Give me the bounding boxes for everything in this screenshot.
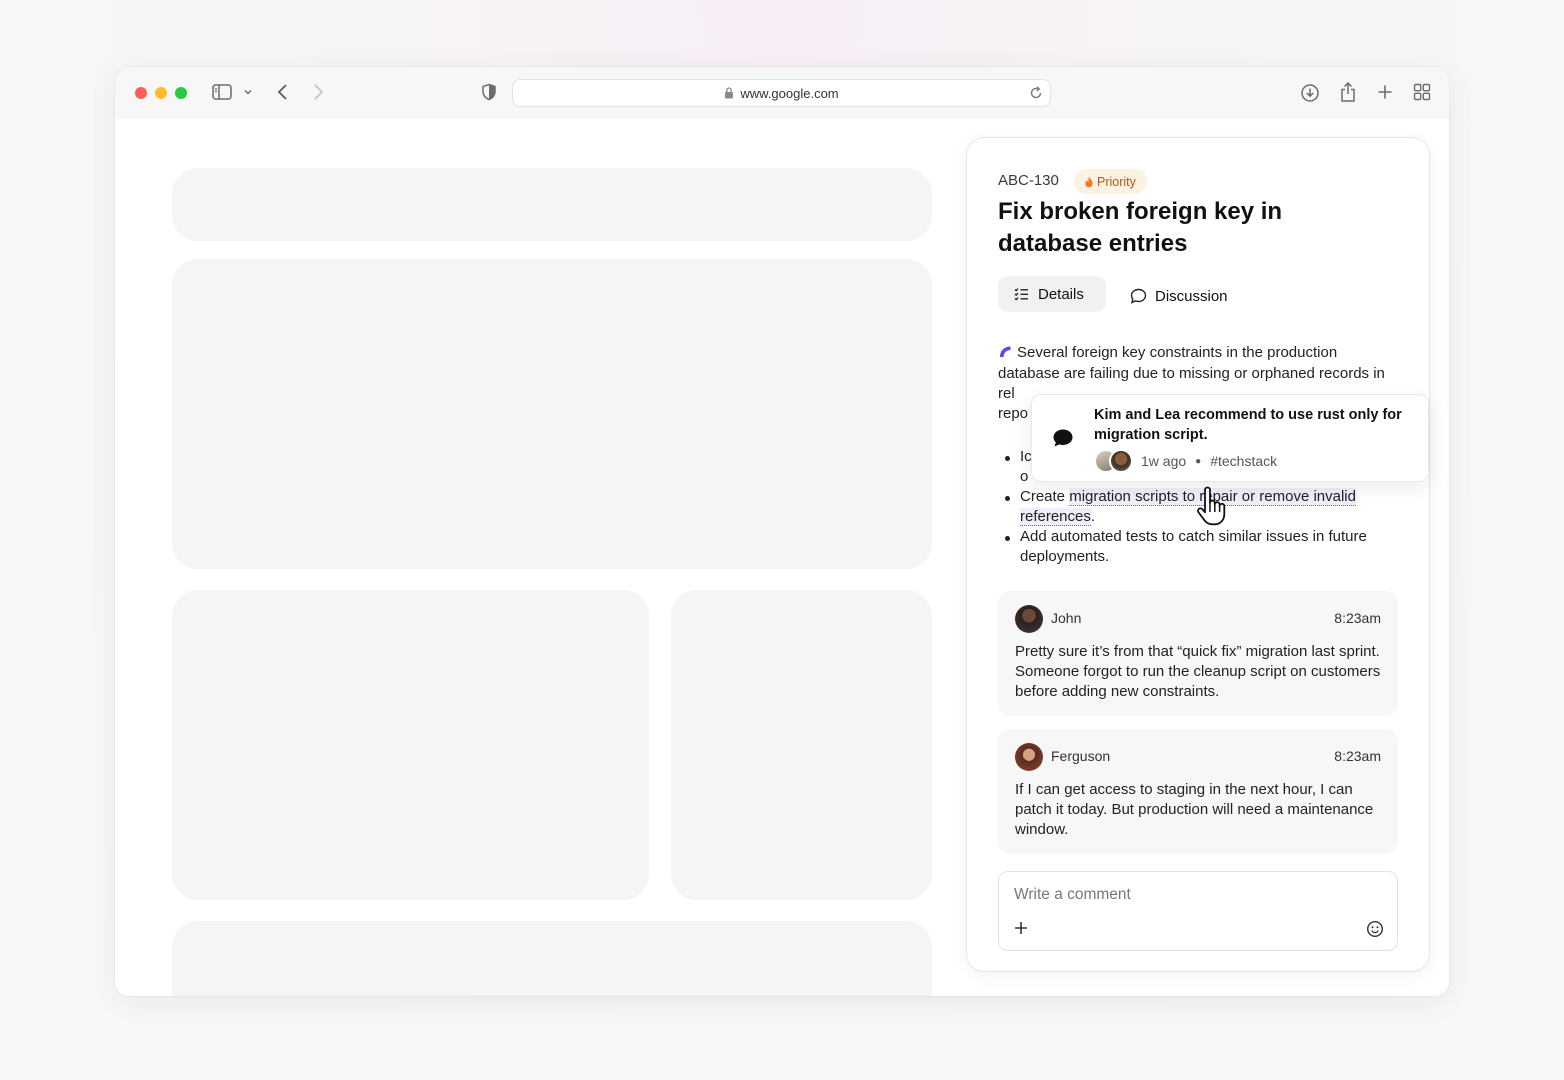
close-window-button[interactable] xyxy=(135,87,147,99)
fire-icon xyxy=(1084,176,1094,188)
popover-time: 1w ago xyxy=(1141,453,1187,469)
placeholder-block xyxy=(172,168,932,241)
comment-time: 8:23am xyxy=(1334,748,1381,764)
address-bar[interactable]: www.google.com xyxy=(512,79,1051,107)
page-content: ABC-130 Priority Fix broken foreign key … xyxy=(115,119,1449,996)
add-attachment-icon[interactable] xyxy=(1013,920,1029,936)
description-line4: repo xyxy=(998,405,1029,422)
placeholder-block xyxy=(172,259,932,569)
placeholder-block xyxy=(172,590,649,900)
comment-preview-popover[interactable]: Kim and Lea recommend to use rust only f… xyxy=(1031,394,1429,482)
comment-input[interactable] xyxy=(1014,884,1374,906)
list-item-text: o xyxy=(1020,468,1029,485)
avatar xyxy=(1015,743,1043,771)
list-item: Add automated tests to catch similar iss… xyxy=(998,527,1408,567)
tab-details[interactable]: Details xyxy=(998,276,1106,312)
avatar xyxy=(1015,605,1043,633)
browser-toolbar: www.google.com xyxy=(115,67,1449,119)
issue-id: ABC-130 xyxy=(998,172,1059,189)
avatar xyxy=(1109,449,1133,473)
separator-dot: ● xyxy=(1195,455,1202,467)
popover-tag[interactable]: #techstack xyxy=(1210,453,1277,469)
forward-icon[interactable] xyxy=(311,83,325,101)
download-icon[interactable] xyxy=(1300,83,1320,103)
issue-panel: ABC-130 Priority Fix broken foreign key … xyxy=(966,137,1430,972)
shield-icon[interactable] xyxy=(481,83,497,101)
checklist-icon xyxy=(1014,287,1029,301)
list-item-text: Ic xyxy=(1020,448,1032,465)
comment-card: Ferguson 8:23am If I can get access to s… xyxy=(998,729,1398,854)
tab-details-label: Details xyxy=(1038,285,1084,303)
browser-window: www.google.com ABC-130 Priority Fix brok… xyxy=(115,67,1449,996)
hand-cursor-icon xyxy=(1195,486,1229,526)
comment-composer xyxy=(998,871,1398,951)
back-icon[interactable] xyxy=(276,83,290,101)
issue-title: Fix broken foreign key in database entri… xyxy=(998,198,1283,257)
priority-badge: Priority xyxy=(1074,169,1147,194)
popover-meta: 1w ago ● #techstack xyxy=(1094,449,1277,473)
tab-discussion-label: Discussion xyxy=(1155,287,1228,305)
priority-label: Priority xyxy=(1097,174,1136,189)
comment-time: 8:23am xyxy=(1334,610,1381,626)
list-item-text: Create xyxy=(1020,488,1070,505)
comment-card: John 8:23am Pretty sure it’s from that “… xyxy=(998,591,1398,716)
comment-body: Pretty sure it’s from that “quick fix” m… xyxy=(1015,643,1381,700)
list-item-text: Add automated tests to catch similar iss… xyxy=(1020,528,1367,565)
comment-author: John xyxy=(1051,610,1082,626)
popover-message: Kim and Lea recommend to use rust only f… xyxy=(1094,407,1402,443)
url-text: www.google.com xyxy=(740,85,839,101)
chat-bubble-icon xyxy=(1130,288,1147,304)
lock-icon xyxy=(724,87,734,99)
placeholder-block xyxy=(671,590,932,900)
share-icon[interactable] xyxy=(1339,81,1357,103)
sidebar-icon[interactable] xyxy=(212,83,232,101)
emoji-icon[interactable] xyxy=(1366,920,1384,938)
comment-author: Ferguson xyxy=(1051,748,1111,764)
comment-bubble-icon xyxy=(1052,428,1074,448)
placeholder-block xyxy=(172,921,932,996)
minimize-window-button[interactable] xyxy=(155,87,167,99)
tabs-overview-icon[interactable] xyxy=(1413,83,1431,101)
list-item-text: . xyxy=(1090,508,1096,525)
maximize-window-button[interactable] xyxy=(175,87,187,99)
plus-icon[interactable] xyxy=(1376,83,1394,101)
ai-summary-icon xyxy=(998,344,1012,364)
chevron-down-icon[interactable] xyxy=(243,87,253,97)
tab-discussion[interactable]: Discussion xyxy=(1130,280,1228,312)
comment-body: If I can get access to staging in the ne… xyxy=(1015,781,1374,838)
commented-text-highlight[interactable]: migration scripts to repair or remove in… xyxy=(1020,488,1356,526)
reload-icon[interactable] xyxy=(1028,85,1044,101)
